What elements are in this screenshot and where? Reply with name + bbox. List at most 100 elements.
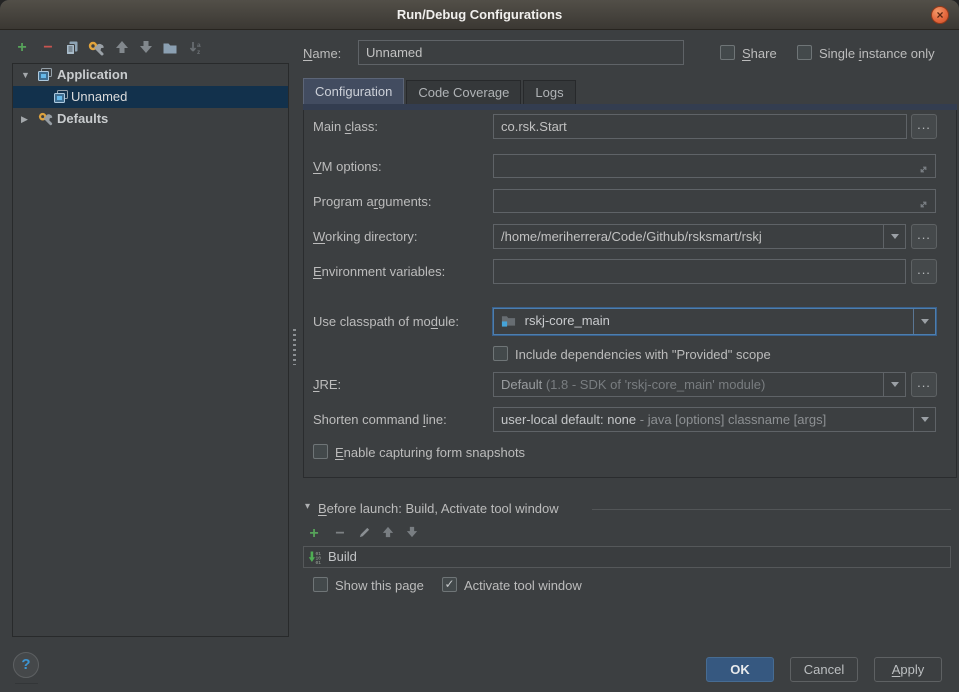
tab-underline-band bbox=[303, 104, 957, 110]
working-directory-combobox[interactable]: /home/meriherrera/Code/Github/rsksmart/r… bbox=[493, 224, 906, 249]
titlebar[interactable]: Run/Debug Configurations × bbox=[0, 0, 959, 30]
activate-tool-window-checkbox[interactable]: ✓ bbox=[442, 577, 457, 592]
task-down-button[interactable] bbox=[402, 524, 422, 544]
before-launch-header: Before launch: Build, Activate tool wind… bbox=[318, 501, 559, 516]
defaults-wrench-icon bbox=[37, 111, 54, 135]
single-instance-label: Single instance only bbox=[819, 46, 935, 61]
include-provided-scope-checkbox[interactable] bbox=[493, 346, 508, 361]
vm-options-input[interactable] bbox=[493, 154, 936, 178]
share-checkbox[interactable] bbox=[720, 45, 735, 60]
name-label: Name: bbox=[303, 46, 341, 61]
shorten-command-line-detail: - java [options] classname [args] bbox=[640, 412, 826, 427]
working-directory-browse-button[interactable]: ... bbox=[911, 224, 937, 249]
help-button[interactable]: ? bbox=[13, 652, 39, 678]
task-up-button[interactable] bbox=[378, 524, 398, 544]
shorten-command-line-value: user-local default: none bbox=[501, 412, 636, 427]
single-instance-checkbox[interactable] bbox=[797, 45, 812, 60]
main-class-browse-button[interactable]: ... bbox=[911, 114, 937, 139]
sort-configurations-button[interactable]: a z bbox=[186, 38, 206, 58]
main-class-input[interactable]: co.rsk.Start bbox=[493, 114, 907, 139]
program-arguments-input[interactable] bbox=[493, 189, 936, 213]
expand-field-icon[interactable] bbox=[917, 195, 930, 213]
wrench-gear-icon bbox=[86, 40, 106, 58]
build-icon: 01 10 01 bbox=[308, 550, 324, 572]
working-directory-label: Working directory: bbox=[313, 229, 418, 244]
arrow-up-icon bbox=[378, 526, 398, 538]
jre-value-detail: (1.8 - SDK of 'rskj-core_main' module) bbox=[546, 377, 766, 392]
section-divider bbox=[592, 509, 951, 510]
new-folder-button[interactable] bbox=[160, 38, 180, 58]
run-debug-configurations-dialog: Run/Debug Configurations × + − a z ▼ bbox=[0, 0, 959, 692]
main-class-label: Main class: bbox=[313, 119, 378, 134]
tree-item-label: Application bbox=[57, 64, 128, 86]
configurations-tree: ▼ Application Unnamed ▶ Defaults bbox=[12, 63, 289, 637]
shorten-command-line-combobox[interactable]: user-local default: none - java [options… bbox=[493, 407, 936, 432]
tree-item-label: Defaults bbox=[57, 108, 108, 130]
svg-text:a: a bbox=[197, 42, 201, 49]
environment-variables-label: Environment variables: bbox=[313, 264, 445, 279]
task-label: Build bbox=[328, 547, 357, 567]
sort-az-icon: a z bbox=[186, 40, 206, 56]
show-this-page-label: Show this page bbox=[335, 578, 424, 593]
panel-splitter-handle[interactable] bbox=[293, 329, 296, 365]
chevron-down-icon[interactable] bbox=[913, 408, 935, 431]
tree-expanded-icon[interactable]: ▼ bbox=[21, 64, 30, 86]
copy-configuration-button[interactable] bbox=[62, 38, 82, 58]
capture-form-snapshots-label: Enable capturing form snapshots bbox=[335, 445, 525, 460]
remove-configuration-button[interactable]: − bbox=[38, 38, 58, 58]
jre-value: Default bbox=[501, 377, 542, 392]
arrow-up-icon bbox=[112, 40, 132, 54]
tree-item-label: Unnamed bbox=[71, 86, 127, 108]
tree-collapsed-icon[interactable]: ▶ bbox=[21, 108, 28, 130]
move-down-button[interactable] bbox=[136, 38, 156, 58]
help-underline bbox=[15, 683, 38, 684]
module-value: rskj-core_main bbox=[525, 313, 610, 328]
check-icon: ✓ bbox=[444, 577, 454, 591]
edit-task-button[interactable] bbox=[354, 524, 374, 544]
arrow-down-icon bbox=[402, 526, 422, 538]
module-combobox[interactable]: rskj-core_main bbox=[493, 308, 936, 335]
pencil-icon bbox=[354, 526, 374, 539]
name-input[interactable]: Unnamed bbox=[358, 40, 684, 65]
environment-variables-input[interactable] bbox=[493, 259, 906, 284]
chevron-down-icon[interactable] bbox=[883, 373, 905, 396]
tab-code-coverage[interactable]: Code Coverage bbox=[406, 80, 521, 104]
jre-label: JRE: bbox=[313, 377, 341, 392]
close-icon[interactable]: × bbox=[931, 6, 949, 24]
arrow-down-icon bbox=[136, 40, 156, 54]
edit-defaults-button[interactable] bbox=[86, 38, 106, 58]
include-provided-scope-label: Include dependencies with "Provided" sco… bbox=[515, 347, 771, 362]
capture-form-snapshots-checkbox[interactable] bbox=[313, 444, 328, 459]
working-directory-value: /home/meriherrera/Code/Github/rsksmart/r… bbox=[501, 229, 762, 244]
add-configuration-button[interactable]: + bbox=[12, 38, 32, 58]
disclosure-triangle-icon[interactable]: ▾ bbox=[305, 501, 310, 512]
program-arguments-label: Program arguments: bbox=[313, 194, 432, 209]
environment-variables-browse-button[interactable]: ... bbox=[911, 259, 937, 284]
module-icon bbox=[501, 312, 516, 335]
svg-text:01: 01 bbox=[316, 560, 322, 566]
tab-bar: Configuration Code Coverage Logs bbox=[303, 78, 576, 104]
apply-button[interactable]: Apply bbox=[874, 657, 942, 682]
ok-button[interactable]: OK bbox=[706, 657, 774, 682]
tab-logs[interactable]: Logs bbox=[523, 80, 575, 104]
chevron-down-icon[interactable] bbox=[913, 309, 935, 334]
cancel-button[interactable]: Cancel bbox=[790, 657, 858, 682]
tab-configuration[interactable]: Configuration bbox=[303, 78, 404, 104]
use-classpath-of-module-label: Use classpath of module: bbox=[313, 314, 459, 329]
folder-icon bbox=[160, 40, 180, 56]
remove-task-button[interactable]: − bbox=[330, 524, 350, 544]
copy-icon bbox=[62, 40, 82, 56]
show-this-page-checkbox[interactable] bbox=[313, 577, 328, 592]
jre-browse-button[interactable]: ... bbox=[911, 372, 937, 397]
add-task-button[interactable]: + bbox=[304, 524, 324, 544]
tree-item-defaults[interactable]: ▶ Defaults bbox=[13, 108, 288, 130]
tree-item-unnamed[interactable]: Unnamed bbox=[13, 86, 288, 108]
chevron-down-icon[interactable] bbox=[883, 225, 905, 248]
expand-field-icon[interactable] bbox=[917, 160, 930, 178]
move-up-button[interactable] bbox=[112, 38, 132, 58]
tree-item-application[interactable]: ▼ Application bbox=[13, 64, 288, 86]
svg-text:z: z bbox=[197, 49, 201, 56]
before-launch-task-build[interactable]: 01 10 01 Build bbox=[303, 546, 951, 568]
jre-combobox[interactable]: Default (1.8 - SDK of 'rskj-core_main' m… bbox=[493, 372, 906, 397]
window-title: Run/Debug Configurations bbox=[0, 0, 959, 30]
